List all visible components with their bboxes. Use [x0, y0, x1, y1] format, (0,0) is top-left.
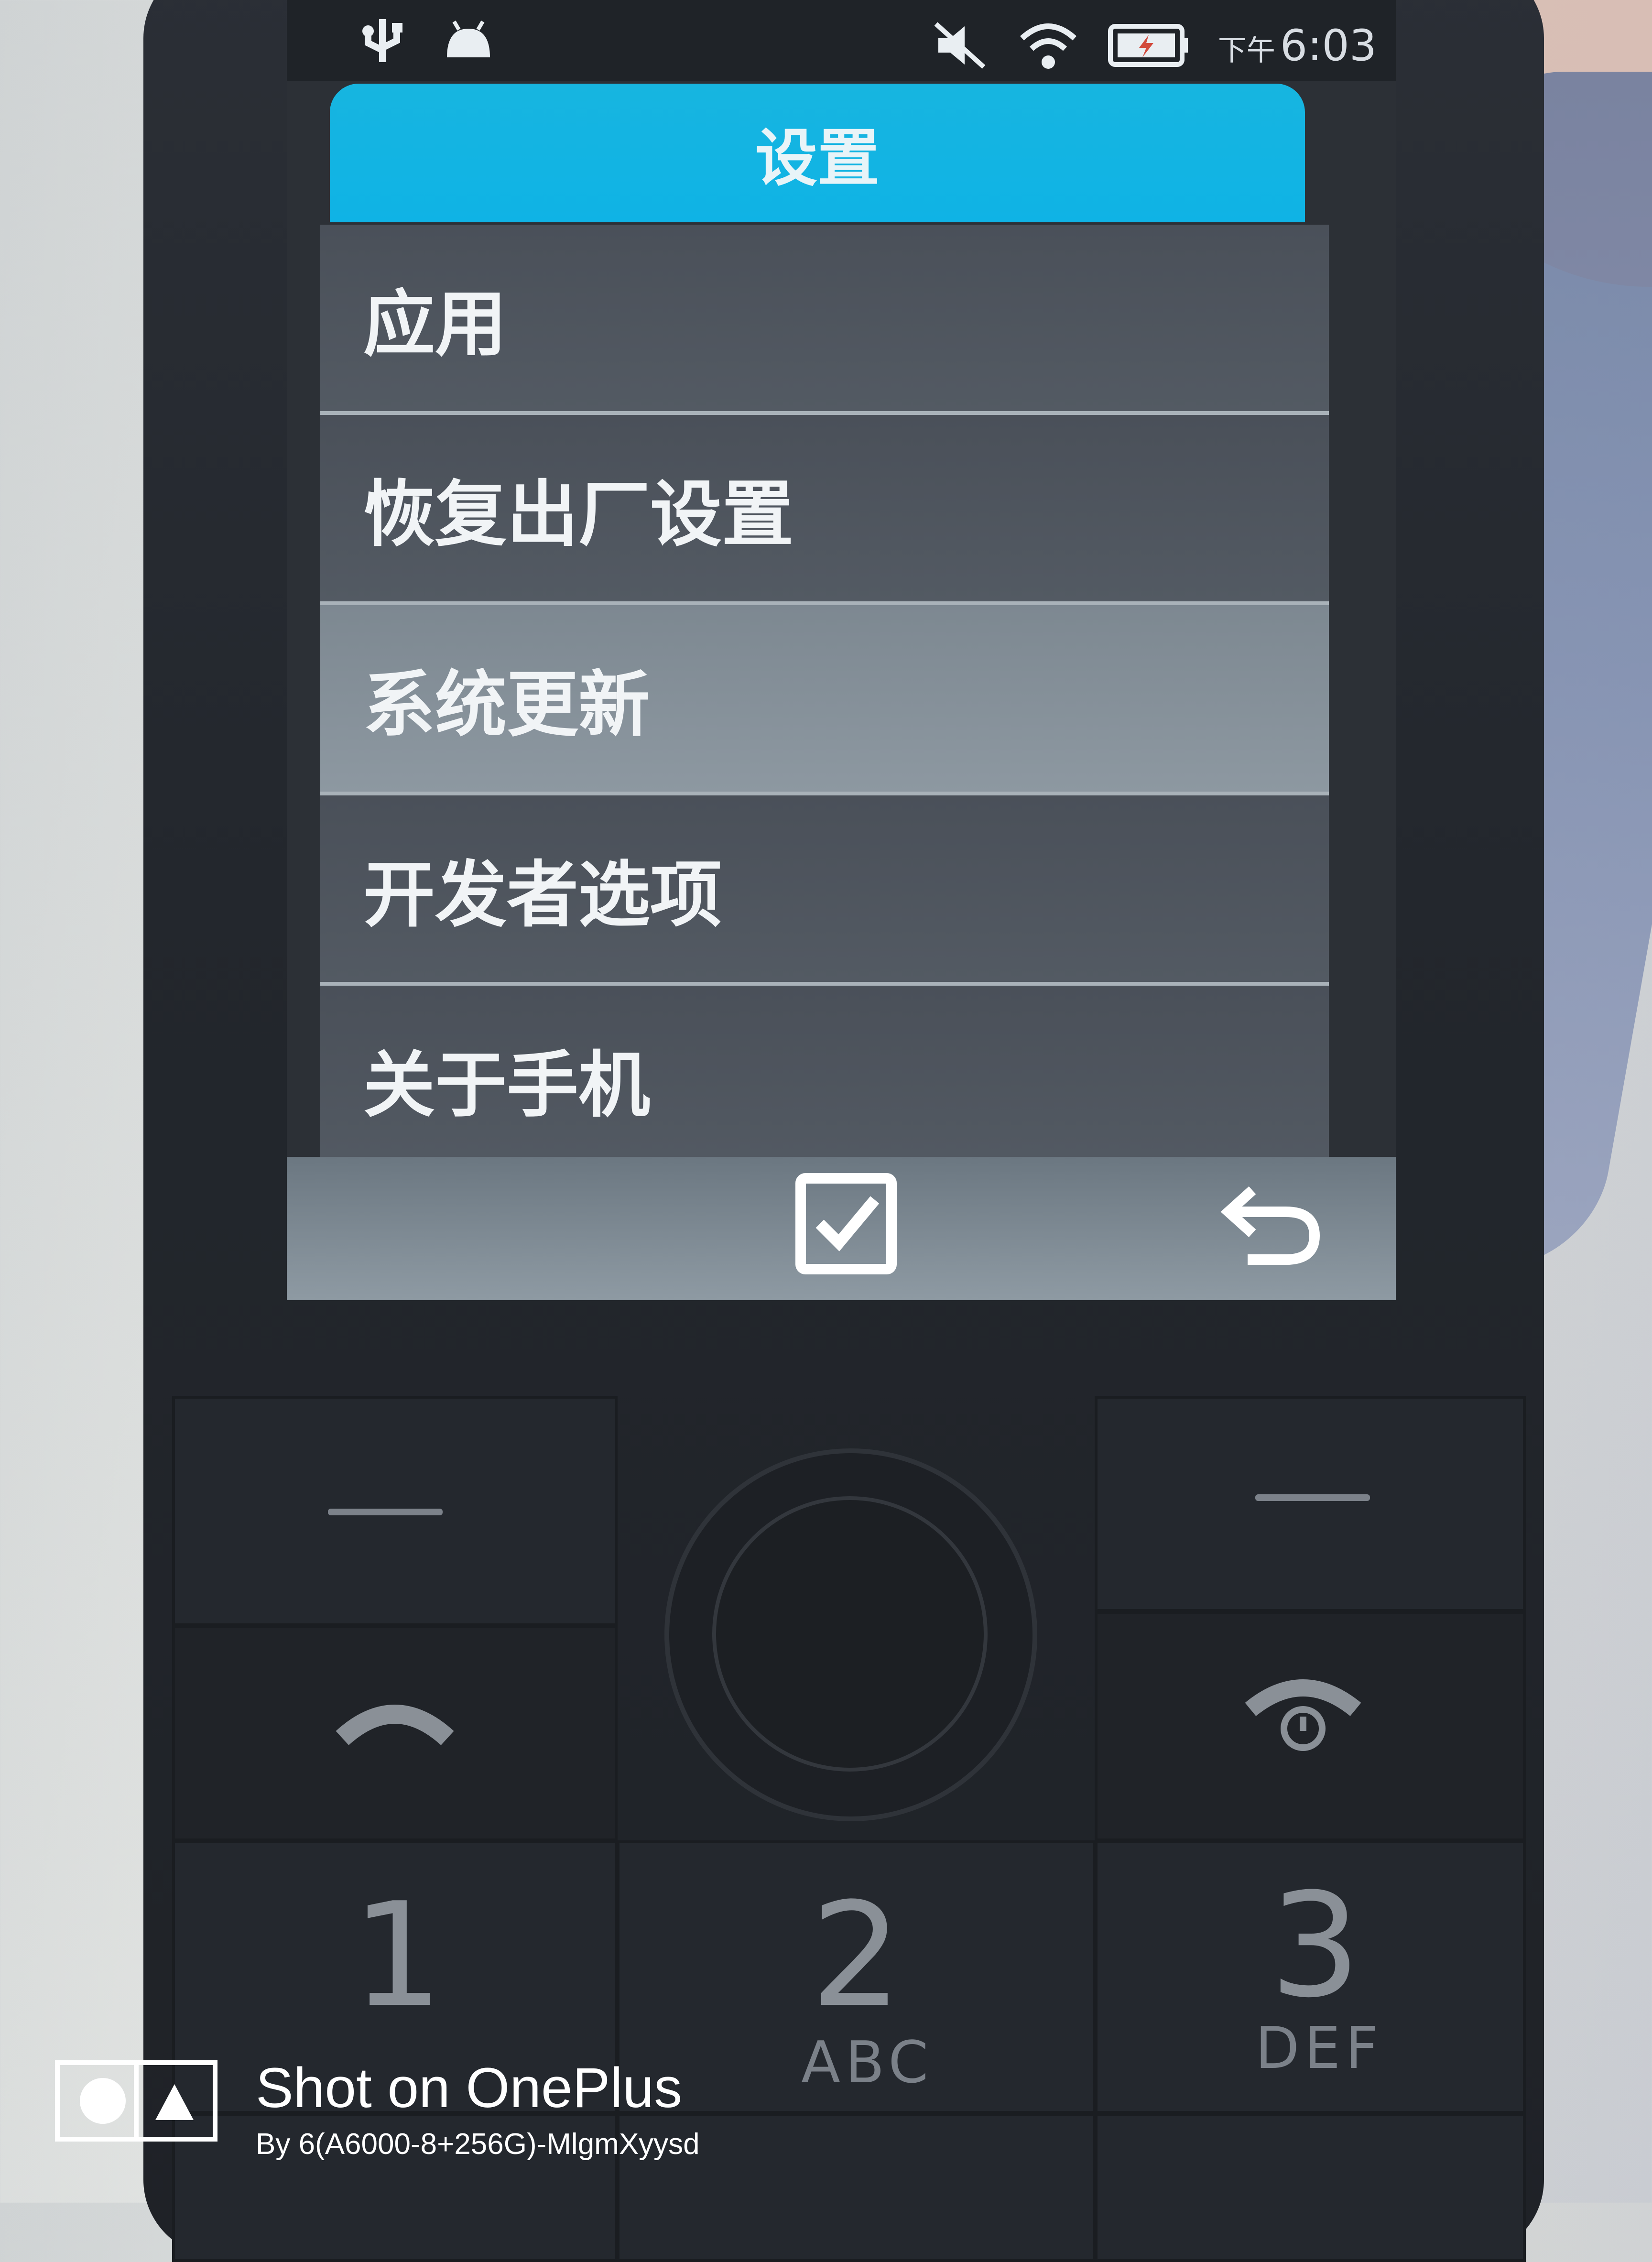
menu-item-label: 系统更新 — [363, 663, 651, 747]
time-value: 6:03 — [1280, 20, 1377, 71]
usb-icon — [362, 19, 402, 62]
mute-icon — [934, 22, 986, 69]
menu-item-developer-options[interactable]: 开发者选项 — [320, 795, 1329, 986]
menu-item-label: 开发者选项 — [363, 853, 722, 937]
key-2-digit: 2 — [811, 1872, 902, 2039]
page-title: 设置 — [755, 122, 880, 195]
key-2[interactable]: 2 ABC — [617, 1840, 1096, 2114]
key-6[interactable] — [1095, 2113, 1526, 2262]
menu-item-apps[interactable]: 应用 — [320, 225, 1329, 415]
key-1-digit: 1 — [352, 1872, 443, 2039]
back-arrow-icon[interactable] — [1219, 1176, 1324, 1272]
navigation-dpad[interactable] — [664, 1448, 1037, 1821]
watermark-title: Shot on OnePlus — [256, 2056, 683, 2120]
circle-triangle-icon — [80, 2065, 194, 2137]
key-3[interactable]: 3 DEF — [1095, 1840, 1526, 2114]
watermark-subtitle: By 6(A6000-8+256G)-MlgmXyysd — [256, 2128, 700, 2161]
status-bar: 下午 6:03 — [287, 0, 1396, 81]
status-time: 下午 6:03 — [1218, 21, 1377, 71]
title-bar: 设置 — [330, 84, 1305, 222]
menu-item-label: 应用 — [363, 283, 507, 366]
menu-item-label: 关于手机 — [363, 1044, 651, 1127]
key-2-letters: ABC — [801, 2030, 934, 2096]
menu-item-about-phone[interactable]: 关于手机 — [320, 986, 1329, 1176]
right-softkey[interactable] — [1095, 1396, 1526, 1612]
menu-item-label: 恢复出厂设置 — [363, 473, 794, 556]
dpad-center-button[interactable] — [712, 1496, 988, 1772]
battery-charging-icon — [1108, 24, 1188, 67]
android-debug-icon — [447, 20, 490, 57]
end-call-key[interactable] — [1095, 1611, 1526, 1841]
menu-item-factory-reset[interactable]: 恢复出厂设置 — [320, 415, 1329, 605]
key-3-letters: DEF — [1255, 2015, 1383, 2082]
call-icon — [336, 1705, 454, 1746]
settings-menu: 应用 恢复出厂设置 系统更新 开发者选项 关于手机 — [320, 225, 1329, 1176]
menu-item-system-update[interactable]: 系统更新 — [320, 605, 1329, 795]
time-prefix: 下午 — [1217, 33, 1275, 67]
left-softkey[interactable] — [172, 1396, 618, 1626]
key-3-digit: 3 — [1270, 1862, 1361, 2029]
phone-screen: 下午 6:03 设置 应用 恢复出厂设置 系统更新 开发者选项 关于手机 — [287, 0, 1396, 1300]
oneplus-watermark-logo — [55, 2060, 217, 2142]
call-key[interactable] — [172, 1625, 618, 1841]
softkey-bar — [287, 1157, 1396, 1300]
checkbox-confirm-icon[interactable] — [793, 1171, 899, 1276]
end-call-power-icon — [1245, 1679, 1361, 1751]
wifi-icon — [1020, 23, 1076, 69]
